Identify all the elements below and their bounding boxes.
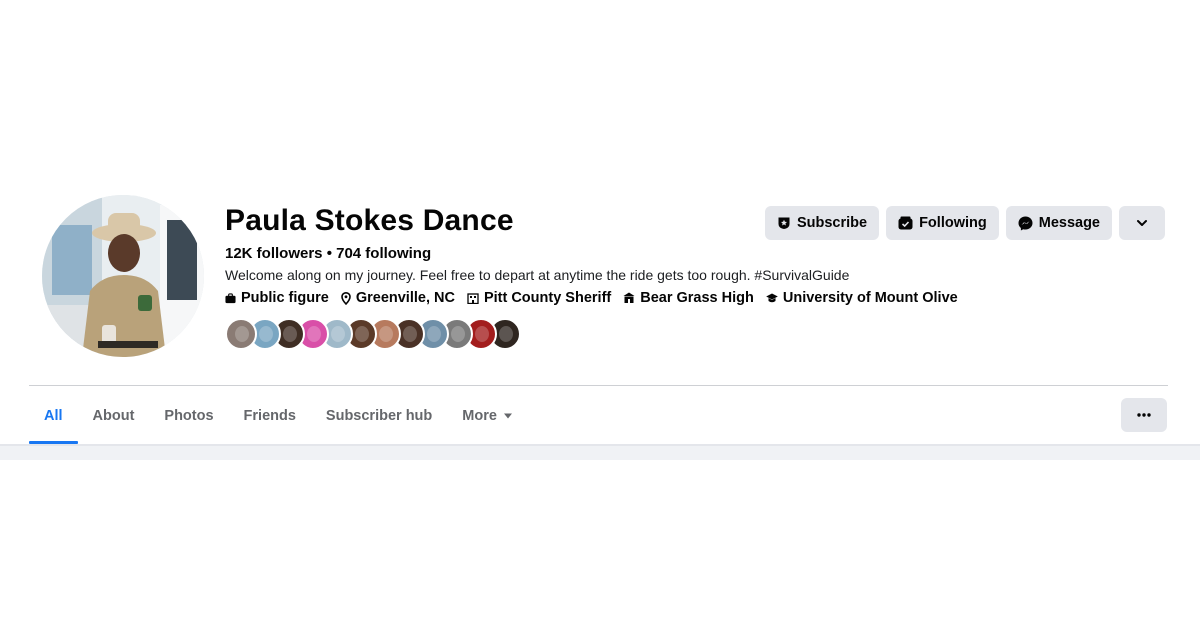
tab-subscriber-hub[interactable]: Subscriber hub (311, 387, 447, 444)
following-icon (898, 216, 913, 230)
friend-avatar[interactable] (225, 318, 257, 350)
friend-avatar-face (499, 326, 513, 342)
tab-label: About (92, 407, 135, 424)
more-options-button[interactable] (1121, 398, 1167, 432)
intro-label: Pitt County Sheriff (483, 290, 612, 306)
profile-dropdown-button[interactable] (1119, 206, 1165, 240)
tab-all[interactable]: All (29, 387, 78, 444)
follower-counts[interactable]: 12K followers • 704 following (225, 245, 431, 262)
friend-avatar-face (283, 326, 297, 342)
friend-avatar-face (403, 326, 417, 342)
messenger-icon (1018, 216, 1033, 230)
tab-label: More (462, 407, 497, 424)
intro-label: Bear Grass High (640, 290, 754, 306)
subscribe-label: Subscribe (796, 215, 868, 231)
intro-label: Public figure (241, 290, 329, 306)
tab-label: Friends (243, 407, 296, 424)
friend-avatar-face (427, 326, 441, 342)
graduation-cap-icon (766, 293, 778, 302)
friend-avatar-face (259, 326, 273, 342)
school-icon (623, 292, 635, 303)
ellipsis-icon (1137, 413, 1151, 417)
building-icon (467, 293, 479, 304)
briefcase-icon (225, 292, 236, 303)
friend-avatar-face (331, 326, 345, 342)
subscribe-button[interactable]: Subscribe (764, 206, 880, 240)
friend-avatar-face (355, 326, 369, 342)
tab-more[interactable]: More (447, 387, 528, 444)
profile-bio: Welcome along on my journey. Feel free t… (225, 267, 850, 283)
profile-avatar[interactable] (42, 195, 204, 357)
profile-actions: Subscribe Following Message (764, 206, 1165, 240)
tab-friends[interactable]: Friends (229, 387, 311, 444)
intro-location[interactable]: Greenville, NC (341, 290, 455, 306)
tab-label: Subscriber hub (325, 407, 433, 424)
tab-photos[interactable]: Photos (149, 387, 228, 444)
message-button[interactable]: Message (1005, 206, 1112, 240)
tab-label: Photos (164, 407, 214, 424)
header-divider (29, 385, 1168, 386)
location-pin-icon (341, 291, 351, 305)
following-button[interactable]: Following (886, 206, 999, 240)
subscribe-icon (778, 217, 790, 229)
friend-avatar-face (307, 326, 321, 342)
friend-avatar-list (225, 318, 521, 350)
feed-background (0, 446, 1200, 460)
caret-down-icon (503, 413, 512, 418)
intro-workplace[interactable]: Pitt County Sheriff (467, 290, 611, 306)
following-label: Following (919, 215, 987, 231)
chevron-down-icon (1137, 220, 1147, 226)
profile-tabs: All About Photos Friends Subscriber hub … (29, 387, 528, 444)
intro-public-figure: Public figure (225, 290, 329, 306)
friend-avatar-face (451, 326, 465, 342)
message-label: Message (1038, 215, 1100, 231)
tab-label: All (44, 407, 63, 424)
tab-about[interactable]: About (78, 387, 150, 444)
intro-label: Greenville, NC (355, 290, 455, 306)
profile-header: Paula Stokes Dance 12K followers • 704 f… (0, 0, 1200, 385)
intro-school[interactable]: Bear Grass High (623, 290, 754, 306)
profile-name: Paula Stokes Dance (225, 204, 514, 237)
intro-college[interactable]: University of Mount Olive (766, 290, 958, 306)
friend-avatar-face (235, 326, 249, 342)
intro-label: University of Mount Olive (782, 290, 958, 306)
friend-avatar-face (379, 326, 393, 342)
intro-details: Public figure Greenville, NC Pitt County… (225, 290, 970, 306)
friend-avatar-face (475, 326, 489, 342)
profile-photo (42, 195, 204, 357)
